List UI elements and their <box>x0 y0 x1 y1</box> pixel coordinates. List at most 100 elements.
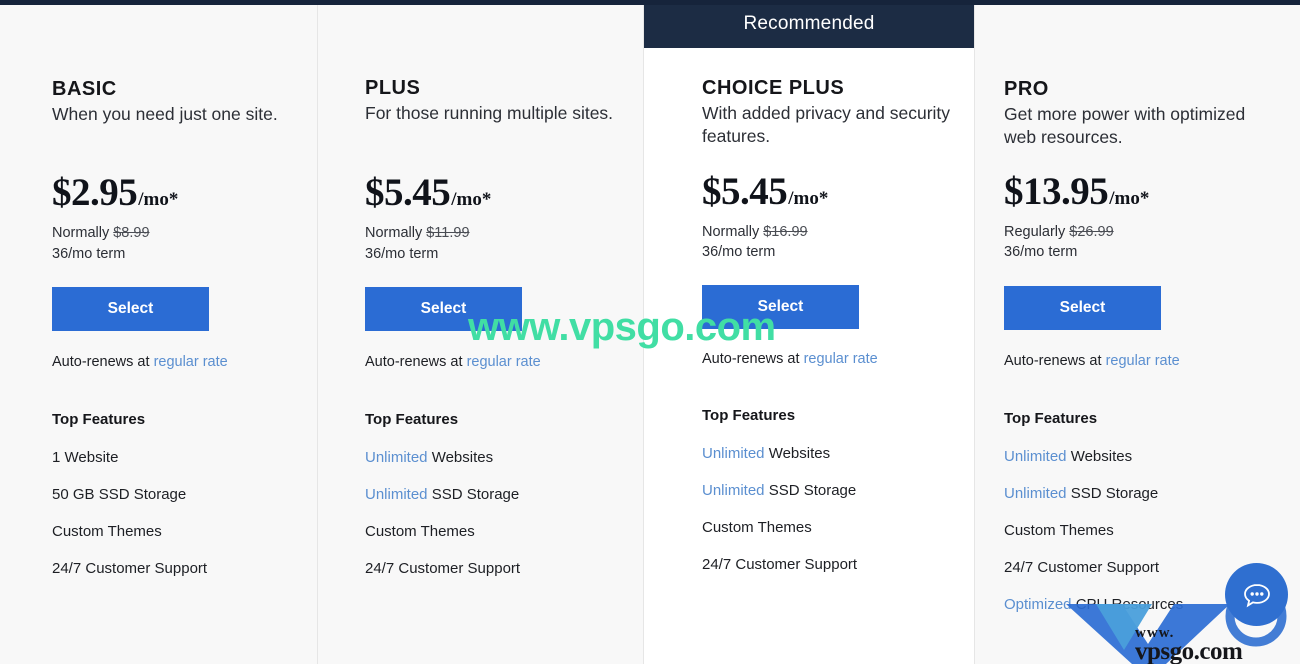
price-period: /mo* <box>451 189 492 211</box>
regular-rate-link[interactable]: regular rate <box>467 354 541 370</box>
live-chat-button[interactable] <box>1225 563 1288 626</box>
feature-text: 24/7 Customer Support <box>365 560 521 578</box>
auto-renew-note: Auto-renews at regular rate <box>365 354 625 370</box>
feature-highlight: Unlimited <box>365 486 428 504</box>
plan-card-choice-plus[interactable]: Recommended CHOICE PLUS With added priva… <box>644 0 975 664</box>
price-amount: $5.45 <box>365 171 451 215</box>
pricing-page: BASIC When you need just one site. $2.95… <box>0 0 1300 664</box>
features-heading: Top Features <box>1004 409 1098 427</box>
plan-name: PLUS <box>365 77 421 99</box>
features-heading: Top Features <box>365 411 459 429</box>
feature-text: SSD Storage <box>764 481 857 499</box>
feature-item: 24/7 Customer Support <box>52 561 299 576</box>
features-list: Unlimited Websites Unlimited SSD Storage… <box>702 446 956 572</box>
plan-card-basic[interactable]: BASIC When you need just one site. $2.95… <box>0 0 318 664</box>
select-button[interactable]: Select <box>52 287 209 332</box>
compare-price: $11.99 <box>426 225 470 242</box>
feature-item: 24/7 Customer Support <box>365 561 625 576</box>
feature-text: Websites <box>764 444 831 462</box>
auto-renew-note: Auto-renews at regular rate <box>52 354 299 370</box>
plan-price: $2.95 /mo* <box>52 170 299 215</box>
compare-price-line: Normally $8.99 <box>52 223 299 244</box>
plan-name: BASIC <box>52 78 117 100</box>
plan-name: PRO <box>1004 78 1049 100</box>
chat-bubble-icon <box>1243 583 1270 607</box>
price-amount: $13.95 <box>1004 169 1109 213</box>
feature-item: Custom Themes <box>702 520 956 535</box>
auto-renew-note: Auto-renews at regular rate <box>702 351 956 367</box>
compare-price-line: Normally $16.99 <box>702 222 956 243</box>
regular-rate-link[interactable]: regular rate <box>804 351 878 367</box>
features-heading: Top Features <box>52 411 146 429</box>
feature-item: 24/7 Customer Support <box>702 557 956 572</box>
feature-text: Custom Themes <box>52 523 162 541</box>
compare-label: Normally <box>702 223 760 240</box>
recommended-badge: Recommended <box>644 0 974 48</box>
feature-text: 24/7 Customer Support <box>702 555 858 573</box>
features-list: Unlimited Websites Unlimited SSD Storage… <box>365 450 625 576</box>
plan-price: $13.95 /mo* <box>1004 169 1282 214</box>
compare-price: $16.99 <box>763 223 808 240</box>
features-heading: Top Features <box>702 406 796 424</box>
select-button[interactable]: Select <box>365 287 522 332</box>
feature-item: Unlimited Websites <box>365 450 625 465</box>
feature-item: Custom Themes <box>365 524 625 539</box>
price-period: /mo* <box>1109 187 1150 209</box>
pricing-columns: BASIC When you need just one site. $2.95… <box>0 0 1300 664</box>
feature-item: 50 GB SSD Storage <box>52 487 299 502</box>
price-period: /mo* <box>138 189 179 211</box>
compare-label: Normally <box>52 225 110 242</box>
feature-text: 24/7 Customer Support <box>52 560 208 578</box>
compare-price-line: Normally $11.99 <box>365 223 625 244</box>
compare-label: Regularly <box>1004 223 1066 240</box>
feature-text: 50 GB SSD Storage <box>52 486 187 504</box>
plan-tagline: When you need just one site. <box>52 104 278 124</box>
select-button[interactable]: Select <box>702 284 859 329</box>
feature-text: 24/7 Customer Support <box>1004 558 1160 576</box>
auto-renew-prefix: Auto-renews at <box>365 354 463 371</box>
regular-rate-link[interactable]: regular rate <box>1106 353 1180 369</box>
price-amount: $5.45 <box>702 169 788 213</box>
select-button[interactable]: Select <box>1004 285 1161 330</box>
plan-tagline: With added privacy and security features… <box>702 103 951 147</box>
feature-text: Custom Themes <box>1004 521 1114 539</box>
auto-renew-prefix: Auto-renews at <box>1004 352 1102 369</box>
price-amount: $2.95 <box>52 171 138 215</box>
features-list: 1 Website 50 GB SSD Storage Custom Theme… <box>52 450 299 576</box>
feature-highlight: Optimized <box>1004 595 1072 613</box>
feature-highlight: Unlimited <box>365 449 428 467</box>
feature-item: Unlimited SSD Storage <box>702 483 956 498</box>
feature-item: Custom Themes <box>1004 523 1282 538</box>
compare-price: $8.99 <box>113 225 150 242</box>
plan-price: $5.45 /mo* <box>365 170 625 215</box>
feature-highlight: Unlimited <box>1004 484 1067 502</box>
feature-text: Websites <box>1066 447 1133 465</box>
feature-text: Custom Themes <box>365 523 475 541</box>
feature-item: 1 Website <box>52 450 299 465</box>
plan-price: $5.45 /mo* <box>702 169 956 214</box>
compare-price: $26.99 <box>1069 223 1114 240</box>
feature-item: Unlimited Websites <box>1004 449 1282 464</box>
compare-label: Normally <box>365 225 423 242</box>
feature-text: SSD Storage <box>1066 484 1159 502</box>
plan-term: 36/mo term <box>52 245 126 262</box>
feature-highlight: Unlimited <box>702 481 765 499</box>
feature-highlight: Unlimited <box>702 444 765 462</box>
price-period: /mo* <box>788 187 829 209</box>
feature-text: SSD Storage <box>427 486 520 504</box>
feature-item: Unlimited SSD Storage <box>365 487 625 502</box>
auto-renew-prefix: Auto-renews at <box>702 350 800 367</box>
auto-renew-note: Auto-renews at regular rate <box>1004 353 1282 369</box>
auto-renew-prefix: Auto-renews at <box>52 354 150 371</box>
feature-item: Unlimited SSD Storage <box>1004 486 1282 501</box>
top-bar-strip <box>0 0 1300 5</box>
compare-price-line: Regularly $26.99 <box>1004 222 1282 243</box>
plan-tagline: Get more power with optimized web resour… <box>1004 104 1246 148</box>
regular-rate-link[interactable]: regular rate <box>154 354 228 370</box>
feature-highlight: Unlimited <box>1004 447 1067 465</box>
feature-text: Custom Themes <box>702 518 812 536</box>
plan-term: 36/mo term <box>702 244 776 261</box>
feature-text: CPU Resources <box>1071 595 1184 613</box>
plan-card-plus[interactable]: PLUS For those running multiple sites. $… <box>318 0 644 664</box>
feature-text: 1 Website <box>52 449 119 467</box>
